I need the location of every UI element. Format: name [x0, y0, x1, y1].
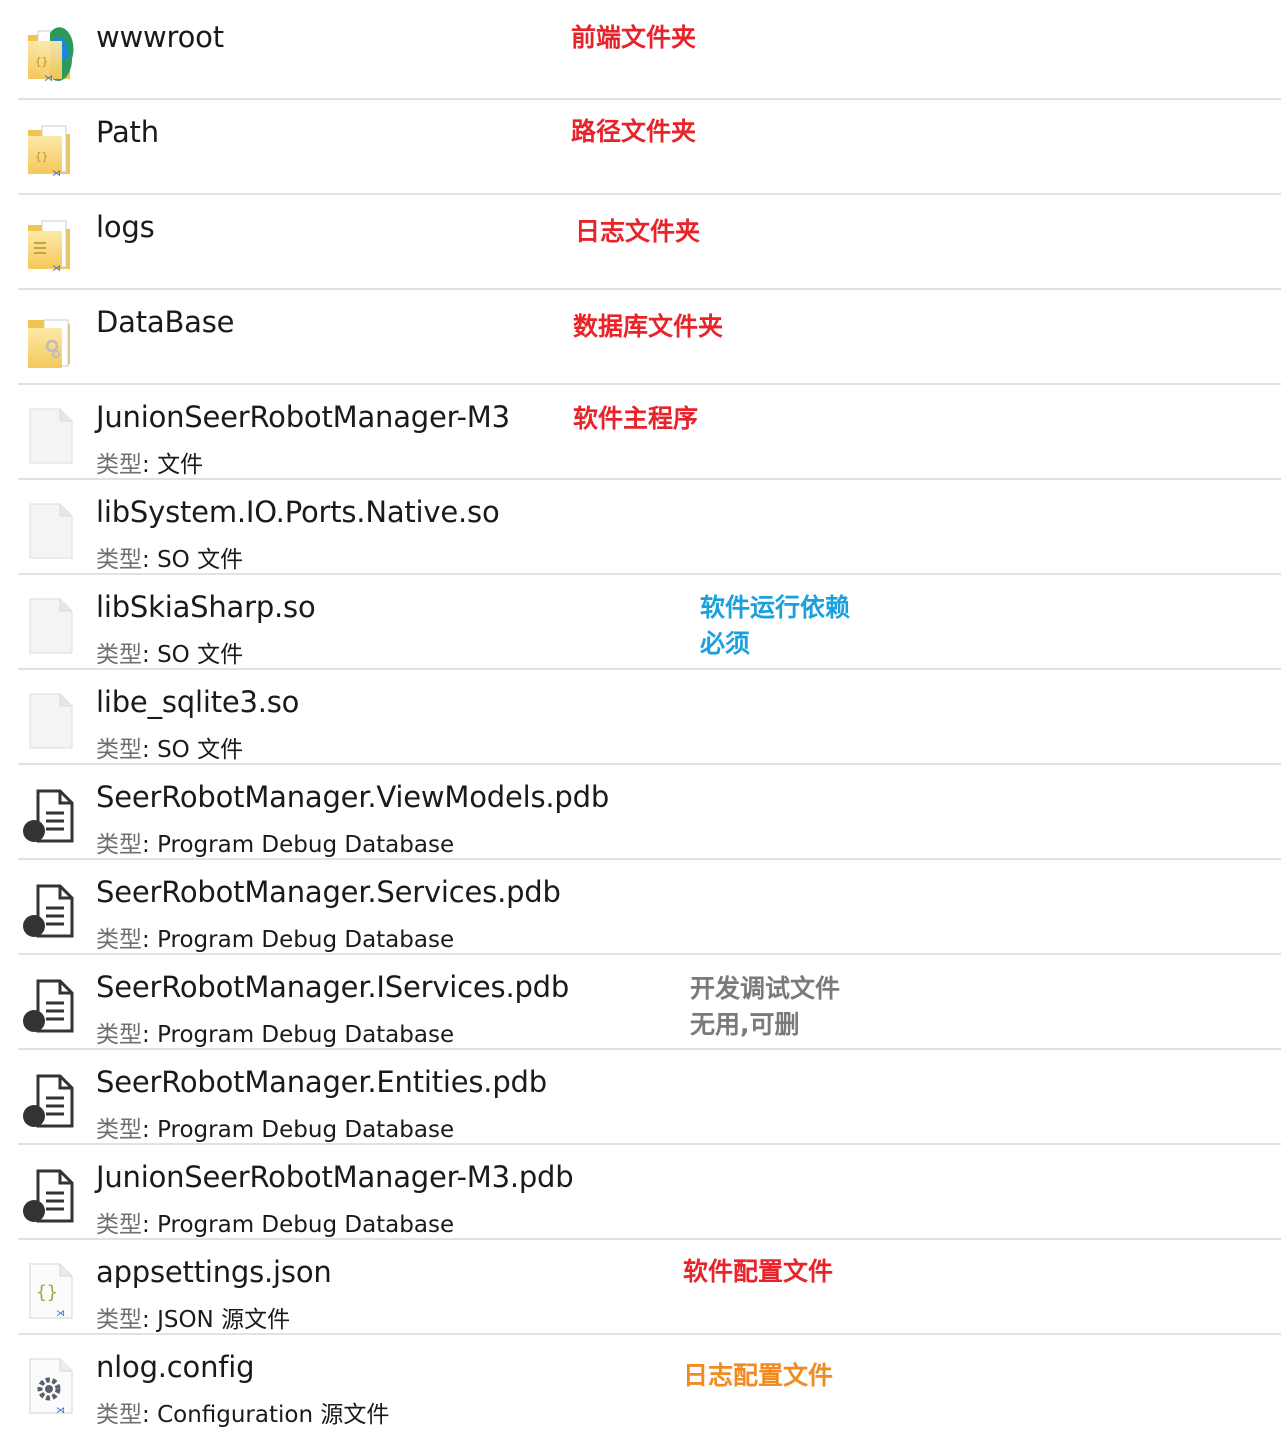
file-type: 类型: Program Debug Database: [96, 1212, 455, 1238]
annotation-wwwroot: 前端文件夹: [571, 23, 697, 52]
file-type: 类型: Program Debug Database: [96, 832, 455, 858]
list-item[interactable]: SeerRobotManager.ViewModels.pdb 类型: Prog…: [0, 765, 1281, 860]
pdb-file-icon: [22, 880, 78, 942]
file-name: libe_sqlite3.so: [96, 685, 300, 719]
folder-code-icon: {} ⋊: [22, 25, 78, 87]
pdb-file-icon: [22, 1070, 78, 1132]
file-name: logs: [96, 210, 155, 244]
list-item[interactable]: ⋊ nlog.config 类型: Configuration 源文件: [0, 1335, 1281, 1430]
blank-file-icon: [22, 500, 78, 562]
annotation-runtime: 软件运行依赖 必须: [700, 590, 850, 662]
blank-file-icon: [22, 595, 78, 657]
annotation-log-config: 日志配置文件: [683, 1361, 834, 1390]
svg-text:{}: {}: [35, 150, 48, 163]
file-name: appsettings.json: [96, 1255, 332, 1289]
folder-code-icon: {} ⋊: [22, 120, 78, 182]
annotation-path: 路径文件夹: [571, 117, 697, 146]
file-type: 类型: SO 文件: [96, 737, 244, 763]
list-item[interactable]: SeerRobotManager.Entities.pdb 类型: Progra…: [0, 1050, 1281, 1145]
annotation-database: 数据库文件夹: [573, 312, 724, 341]
file-type: 类型: Configuration 源文件: [96, 1402, 390, 1428]
pdb-file-icon: [22, 785, 78, 847]
file-name: Path: [96, 115, 159, 149]
file-type: 类型: Program Debug Database: [96, 1117, 455, 1143]
file-name: DataBase: [96, 305, 235, 339]
file-name: libSkiaSharp.so: [96, 590, 316, 624]
file-name: SeerRobotManager.IServices.pdb: [96, 970, 570, 1004]
svg-text:⋊: ⋊: [56, 1309, 65, 1319]
annotation-runtime-line1: 软件运行依赖: [700, 593, 851, 622]
file-type: 类型: SO 文件: [96, 547, 244, 573]
file-type: 类型: Program Debug Database: [96, 927, 455, 953]
list-item[interactable]: SeerRobotManager.Services.pdb 类型: Progra…: [0, 860, 1281, 955]
svg-text:⋊: ⋊: [56, 1406, 65, 1416]
pdb-file-icon: [22, 1165, 78, 1227]
svg-text:⋊: ⋊: [44, 74, 53, 84]
file-name: SeerRobotManager.Services.pdb: [96, 875, 561, 909]
list-item[interactable]: libSystem.IO.Ports.Native.so 类型: SO 文件: [0, 480, 1281, 575]
svg-text:{}: {}: [35, 55, 48, 68]
blank-file-icon: [22, 690, 78, 752]
file-name: libSystem.IO.Ports.Native.so: [96, 495, 500, 529]
folder-text-icon: ⋊: [22, 215, 78, 277]
folder-gear-icon: [22, 310, 78, 372]
annotation-debug-line2: 无用,可删: [690, 1010, 800, 1039]
file-type: 类型: 文件: [96, 452, 204, 478]
file-type: 类型: Program Debug Database: [96, 1022, 455, 1048]
json-file-icon: {} ⋊: [22, 1260, 78, 1322]
file-name: SeerRobotManager.ViewModels.pdb: [96, 780, 610, 814]
file-type: 类型: SO 文件: [96, 642, 244, 668]
file-name: SeerRobotManager.Entities.pdb: [96, 1065, 547, 1099]
annotation-debug: 开发调试文件 无用,可删: [690, 971, 840, 1043]
annotation-debug-line1: 开发调试文件: [690, 974, 841, 1003]
list-item[interactable]: libe_sqlite3.so 类型: SO 文件: [0, 670, 1281, 765]
svg-text:⋊: ⋊: [52, 169, 61, 179]
file-name: JunionSeerRobotManager-M3: [96, 400, 510, 434]
svg-text:⋊: ⋊: [52, 264, 61, 274]
svg-text:{}: {}: [36, 1282, 58, 1303]
pdb-file-icon: [22, 975, 78, 1037]
annotation-runtime-line2: 必须: [700, 629, 751, 658]
file-name: nlog.config: [96, 1350, 255, 1384]
list-item[interactable]: JunionSeerRobotManager-M3.pdb 类型: Progra…: [0, 1145, 1281, 1240]
file-name: wwwroot: [96, 20, 224, 54]
list-item[interactable]: {} ⋊ appsettings.json 类型: JSON 源文件: [0, 1240, 1281, 1335]
annotation-logs: 日志文件夹: [575, 217, 701, 246]
list-item[interactable]: SeerRobotManager.IServices.pdb 类型: Progr…: [0, 955, 1281, 1050]
annotation-app-config: 软件配置文件: [683, 1257, 834, 1286]
config-file-icon: ⋊: [22, 1355, 78, 1417]
list-item[interactable]: libSkiaSharp.so 类型: SO 文件: [0, 575, 1281, 670]
annotation-main-program: 软件主程序: [573, 404, 699, 433]
file-name: JunionSeerRobotManager-M3.pdb: [96, 1160, 574, 1194]
file-type: 类型: JSON 源文件: [96, 1307, 291, 1333]
blank-file-icon: [22, 405, 78, 467]
